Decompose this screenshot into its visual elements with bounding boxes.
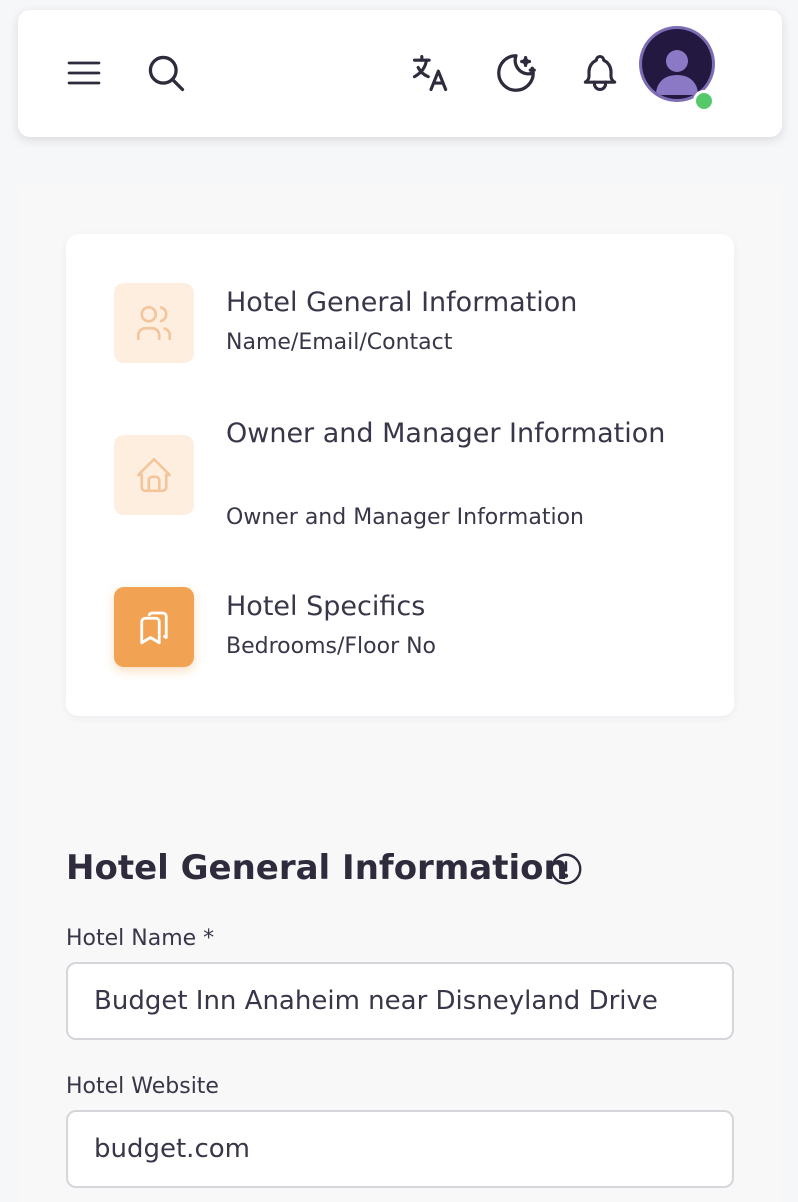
step-subtitle: Owner and Manager Information	[226, 505, 584, 530]
hotel-name-label: Hotel Name *	[66, 926, 215, 951]
info-circle-icon[interactable]	[548, 851, 584, 891]
menu-icon[interactable]	[56, 45, 112, 101]
section-title: Hotel General Information	[66, 848, 568, 888]
online-status-dot	[693, 90, 715, 112]
hotel-website-input[interactable]	[66, 1110, 734, 1188]
hotel-website-label: Hotel Website	[66, 1074, 219, 1099]
search-icon[interactable]	[138, 45, 194, 101]
step-title: Hotel General Information	[226, 287, 578, 318]
users-icon	[114, 283, 194, 363]
step-hotel-general-information[interactable]: Hotel General Information Name/Email/Con…	[114, 283, 694, 363]
step-subtitle: Name/Email/Contact	[226, 330, 453, 355]
step-title: Owner and Manager Information	[226, 418, 666, 449]
wizard-steps-card: Hotel General Information Name/Email/Con…	[66, 234, 734, 716]
bookmarks-icon	[114, 587, 194, 667]
step-subtitle: Bedrooms/Floor No	[226, 634, 437, 659]
hotel-name-input[interactable]	[66, 962, 734, 1040]
step-owner-manager-information[interactable]: Owner and Manager Information Owner and …	[114, 413, 694, 543]
bell-icon[interactable]	[572, 45, 628, 101]
moon-stars-icon[interactable]	[488, 45, 544, 101]
step-hotel-specifics[interactable]: Hotel Specifics Bedrooms/Floor No	[114, 587, 694, 667]
home-icon	[114, 435, 194, 515]
step-title: Hotel Specifics	[226, 591, 426, 622]
user-avatar-icon	[642, 29, 712, 99]
translate-icon[interactable]	[403, 45, 459, 101]
